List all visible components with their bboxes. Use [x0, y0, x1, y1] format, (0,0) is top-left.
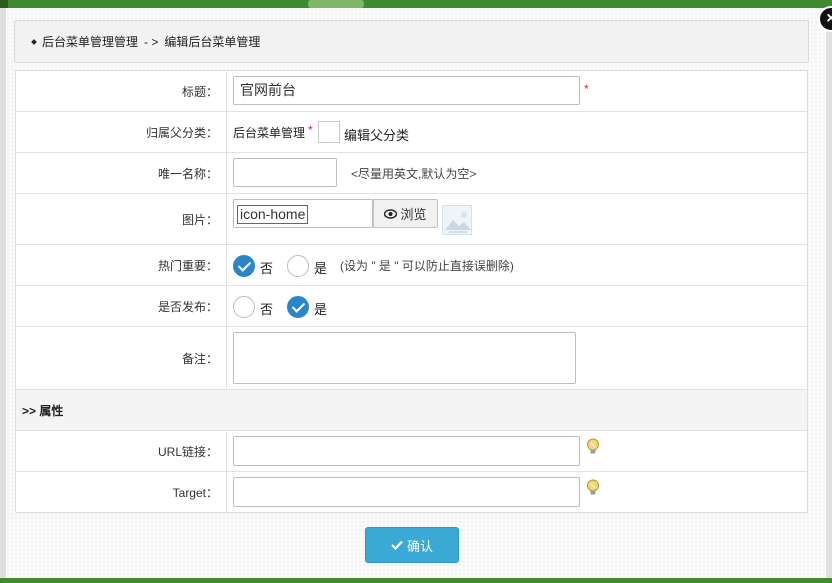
browse-label: 浏览 — [400, 207, 427, 222]
title-row: 标题： 官网前台 * — [16, 71, 807, 112]
remark-row: 备注： — [16, 327, 807, 390]
image-row: 图片： icon-home 浏览 — [16, 194, 807, 245]
parent-category-value: 后台菜单管理 — [233, 126, 306, 140]
parent-category-row: 归属父分类： 后台菜单管理 * 编辑父分类 — [16, 112, 807, 153]
confirm-label: 确认 — [406, 538, 433, 554]
browse-button[interactable]: 浏览 — [373, 199, 438, 228]
edit-parent-label[interactable]: 编辑父分类 — [344, 125, 409, 144]
hot-no-radio[interactable] — [233, 255, 255, 277]
edit-parent-checkbox[interactable] — [318, 121, 340, 143]
unique-name-label: 唯一名称： — [16, 153, 227, 193]
eye-icon — [384, 208, 398, 219]
title-label: 标题： — [16, 71, 227, 111]
hot-hint: (设为 " 是 " 可以防止直接误删除) — [340, 259, 514, 273]
picture-icon — [443, 206, 471, 234]
lightbulb-icon[interactable] — [586, 479, 600, 497]
unique-name-hint: <尽量用英文,默认为空> — [351, 167, 477, 181]
image-input[interactable]: icon-home — [233, 199, 373, 228]
background-thumbnail — [0, 0, 8, 8]
breadcrumb-separator: - > — [144, 35, 159, 49]
confirm-button[interactable]: 确认 — [365, 527, 459, 563]
publish-row: 是否发布： 否 是 — [16, 286, 807, 327]
hot-row: 热门重要： 否 是 (设为 " 是 " 可以防止直接误删除) — [16, 245, 807, 286]
lightbulb-icon[interactable] — [586, 438, 600, 456]
remark-textarea[interactable] — [233, 332, 576, 384]
hot-label: 热门重要： — [16, 245, 227, 285]
publish-no-label[interactable]: 否 — [260, 299, 273, 318]
title-input[interactable]: 官网前台 — [233, 76, 580, 105]
url-label: URL链接： — [16, 431, 227, 471]
unique-name-input[interactable] — [233, 158, 337, 187]
background-right-strip — [826, 8, 832, 583]
breadcrumb-current: 编辑后台菜单管理 — [164, 35, 261, 49]
attributes-section-header: >> 属性 — [16, 390, 807, 431]
target-input[interactable] — [233, 477, 580, 507]
edit-menu-dialog: 后台菜单管理管理 - > 编辑后台菜单管理 标题： 官网前台 * 归属父分类： 后台… — [6, 6, 832, 578]
hot-no-label[interactable]: 否 — [260, 258, 273, 277]
breadcrumb-parent[interactable]: 后台菜单管理管理 — [42, 35, 138, 49]
target-label: Target： — [16, 472, 227, 513]
breadcrumb: 后台菜单管理管理 - > 编辑后台菜单管理 — [14, 20, 809, 63]
background-bottom-bar — [0, 578, 832, 583]
background-tab — [308, 0, 364, 8]
close-button[interactable]: × — [818, 6, 832, 32]
hot-yes-radio[interactable] — [287, 255, 309, 277]
close-icon: × — [826, 10, 832, 27]
checkmark-icon — [391, 540, 403, 550]
unique-name-row: 唯一名称： <尽量用英文,默认为空> — [16, 153, 807, 194]
url-row: URL链接： — [16, 431, 807, 472]
image-preview[interactable] — [442, 205, 472, 235]
background-topbar — [0, 0, 832, 8]
image-value: icon-home — [237, 205, 309, 224]
remark-label: 备注： — [16, 327, 227, 389]
publish-yes-radio[interactable] — [287, 296, 309, 318]
menu-form: 标题： 官网前台 * 归属父分类： 后台菜单管理 * 编辑父分类 唯一名称： <… — [15, 70, 808, 513]
image-label: 图片： — [16, 194, 227, 244]
publish-yes-label[interactable]: 是 — [314, 299, 327, 318]
publish-label: 是否发布： — [16, 286, 227, 326]
required-mark: * — [584, 82, 589, 96]
url-input[interactable] — [233, 436, 580, 466]
bullet-icon — [31, 38, 37, 45]
publish-no-radio[interactable] — [233, 296, 255, 318]
required-mark: * — [308, 123, 313, 137]
parent-category-label: 归属父分类： — [16, 112, 227, 152]
hot-yes-label[interactable]: 是 — [314, 258, 327, 277]
target-row: Target： — [16, 472, 807, 513]
